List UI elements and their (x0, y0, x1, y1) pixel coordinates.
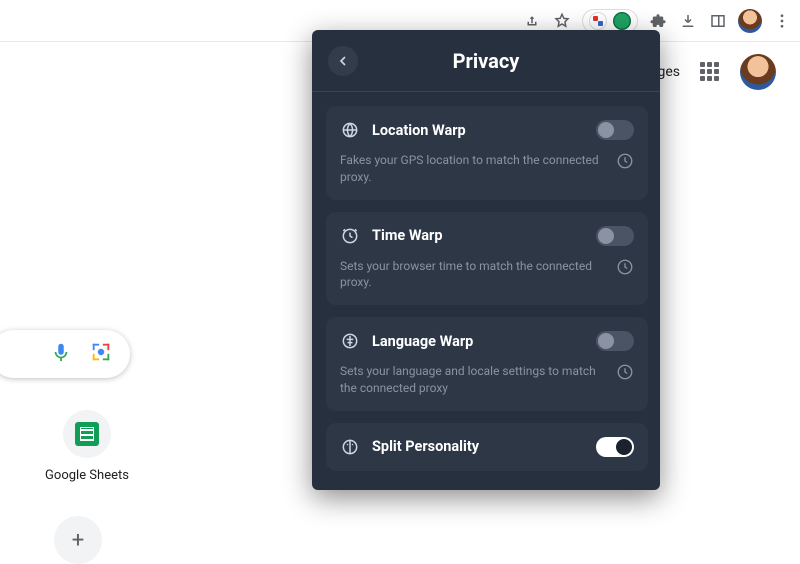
language-warp-icon (340, 331, 360, 351)
share-icon[interactable] (522, 11, 542, 31)
popup-header: Privacy (312, 30, 660, 92)
profile-avatar[interactable] (738, 9, 762, 33)
feature-card-split-personality: Split Personality (326, 423, 648, 471)
extension-icon (613, 12, 631, 30)
feature-description: Fakes your GPS location to match the con… (340, 152, 604, 186)
popup-title: Privacy (453, 49, 520, 73)
add-shortcut-button[interactable]: + (54, 516, 102, 564)
globe-warp-icon (340, 120, 360, 140)
feature-title: Language Warp (372, 333, 584, 350)
feature-card-location-warp: Location Warp Fakes your GPS location to… (326, 106, 648, 200)
feature-toggle[interactable] (596, 226, 634, 246)
feature-toggle[interactable] (596, 120, 634, 140)
star-icon[interactable] (552, 11, 572, 31)
feature-description: Sets your language and locale settings t… (340, 363, 604, 397)
feature-title: Time Warp (372, 227, 584, 244)
shortcut-google-sheets[interactable]: Google Sheets (32, 410, 142, 483)
clock-warp-icon (340, 226, 360, 246)
popup-body: Location Warp Fakes your GPS location to… (312, 92, 660, 490)
back-button[interactable] (328, 46, 358, 76)
feature-title: Location Warp (372, 122, 584, 139)
feature-description: Sets your browser time to match the conn… (340, 258, 604, 292)
info-icon[interactable] (616, 363, 634, 381)
info-icon[interactable] (616, 258, 634, 276)
feature-card-language-warp: Language Warp Sets your language and loc… (326, 317, 648, 411)
account-avatar[interactable] (740, 54, 776, 90)
feature-toggle[interactable] (596, 331, 634, 351)
info-icon[interactable] (616, 152, 634, 170)
feature-card-time-warp: Time Warp Sets your browser time to matc… (326, 212, 648, 306)
feature-toggle[interactable] (596, 437, 634, 457)
sheets-icon (75, 422, 99, 446)
mic-icon[interactable] (50, 341, 72, 367)
extension-icon (589, 12, 607, 30)
apps-grid-icon[interactable] (700, 62, 720, 82)
side-panel-icon[interactable] (708, 11, 728, 31)
lens-icon[interactable] (90, 341, 112, 367)
extensions-puzzle-icon[interactable] (648, 11, 668, 31)
search-input[interactable] (0, 330, 130, 378)
split-personality-icon (340, 437, 360, 457)
feature-title: Split Personality (372, 438, 584, 455)
shortcut-label: Google Sheets (45, 468, 129, 483)
shortcut-tile (63, 410, 111, 458)
download-icon[interactable] (678, 11, 698, 31)
kebab-menu-icon[interactable] (772, 11, 792, 31)
extension-popup: Privacy Location Warp Fakes your GPS loc… (312, 30, 660, 490)
